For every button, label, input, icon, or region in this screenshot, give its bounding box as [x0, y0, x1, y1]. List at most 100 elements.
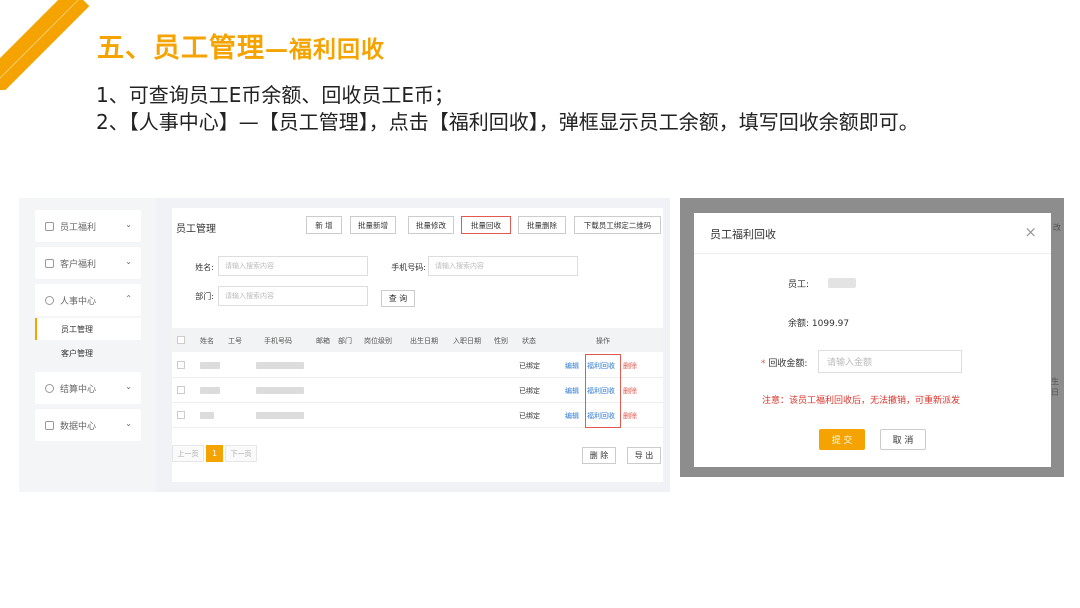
- delete-button[interactable]: 删 除: [582, 447, 616, 464]
- sidebar-item-label: 客户福利: [60, 259, 97, 270]
- batch-delete-button[interactable]: 批量删除: [518, 216, 566, 234]
- batch-recycle-button[interactable]: 批量回收: [461, 216, 511, 234]
- name-search-input[interactable]: 请输入搜索内容: [218, 256, 368, 276]
- user-icon: [45, 295, 54, 305]
- table-header: 姓名 工号 手机号码 邮箱 部门 岗位级别 出生日期 入职日期 性别 状态 操作: [172, 328, 663, 352]
- recycle-highlight-box: [585, 354, 621, 428]
- sidebar-subitem-customer-management[interactable]: 客户管理: [35, 342, 141, 364]
- bullet-1: 1、可查询员工E币余额、回收员工E币；: [96, 83, 454, 107]
- select-all-checkbox[interactable]: [177, 336, 185, 344]
- welfare-recycle-dialog: 员工福利回收 × 员工: 余额: 1099.97 * 回收金额: 请输入金额 注…: [694, 213, 1051, 467]
- balance-label: 余额:: [788, 319, 810, 329]
- sidebar-item-employee-welfare[interactable]: 员工福利 ⌄: [35, 210, 141, 242]
- phone-search-input[interactable]: 请输入搜索内容: [428, 256, 578, 276]
- chevron-down-icon: ⌄: [125, 220, 132, 229]
- dept-label: 部门:: [195, 292, 214, 301]
- blurred-name: [200, 387, 220, 394]
- sidebar-item-data-center[interactable]: 数据中心 ⌄: [35, 409, 141, 441]
- blurred-phone: [256, 412, 304, 419]
- balance-field: 余额: 1099.97: [788, 316, 849, 329]
- delete-link[interactable]: 删除: [623, 411, 637, 421]
- phone-label: 手机号码:: [391, 263, 426, 272]
- slide-title-sub: —福利回收: [265, 37, 385, 63]
- sidebar-item-hr-center[interactable]: 人事中心 ⌃: [35, 284, 141, 316]
- recycle-amount-input[interactable]: 请输入金额: [818, 350, 962, 373]
- query-button[interactable]: 查 询: [381, 290, 415, 307]
- welfare-recycle-modal-screenshot: 改 生日 员工福利回收 × 员工: 余额: 1099.97 * 回收金额: 请输…: [680, 198, 1064, 477]
- sidebar-item-label: 员工福利: [60, 222, 97, 233]
- sidebar-item-customer-welfare[interactable]: 客户福利 ⌄: [35, 247, 141, 279]
- row-checkbox[interactable]: [177, 386, 185, 394]
- balance-value: 1099.97: [811, 319, 850, 329]
- submit-button[interactable]: 提 交: [819, 429, 865, 450]
- delete-link[interactable]: 删除: [623, 386, 637, 396]
- col-gender: 性别: [494, 337, 508, 345]
- edit-link[interactable]: 编辑: [565, 411, 579, 421]
- dialog-divider: [694, 253, 1051, 254]
- gift-icon: [45, 258, 54, 268]
- warning-text: 注意：该员工福利回收后，无法撤销，可重新派发: [762, 396, 961, 406]
- dialog-title: 员工福利回收: [710, 228, 776, 241]
- employee-management-screenshot: 员工福利 ⌄ 客户福利 ⌄ 人事中心 ⌃ 员工管理 客户管理 结算中心 ⌄ 数据…: [19, 198, 670, 492]
- chevron-down-icon: ⌄: [125, 257, 132, 266]
- sidebar-subitem-employee-management[interactable]: 员工管理: [35, 318, 141, 340]
- sidebar-item-label: 人事中心: [60, 296, 97, 307]
- col-level: 岗位级别: [364, 337, 392, 345]
- export-button[interactable]: 导 出: [627, 447, 661, 464]
- delete-link[interactable]: 删除: [623, 361, 637, 371]
- status-text: 已绑定: [519, 412, 540, 420]
- chevron-down-icon: ⌄: [125, 419, 132, 428]
- corner-decoration: [0, 0, 90, 90]
- sidebar-item-label: 数据中心: [60, 421, 97, 432]
- amount-label: 回收金额:: [768, 359, 808, 369]
- dept-search-input[interactable]: 请输入搜索内容: [218, 286, 368, 306]
- employee-label: 员工:: [788, 280, 810, 290]
- slide-title: 五、员工管理—福利回收: [97, 26, 385, 65]
- col-email: 邮箱: [316, 337, 330, 345]
- required-marker: *: [761, 359, 766, 369]
- pager-prev-button[interactable]: 上一页: [172, 445, 204, 462]
- blurred-name: [200, 362, 220, 369]
- add-button[interactable]: 新 增: [306, 216, 342, 234]
- col-phone: 手机号码: [264, 337, 292, 345]
- blurred-phone: [256, 362, 304, 369]
- close-icon[interactable]: ×: [1024, 223, 1037, 241]
- col-birth-date: 出生日期: [410, 337, 438, 345]
- col-join-date: 入职日期: [453, 337, 481, 345]
- col-dept: 部门: [338, 337, 352, 345]
- chevron-down-icon: ⌄: [125, 382, 132, 391]
- edit-link[interactable]: 编辑: [565, 386, 579, 396]
- slide-title-main: 五、员工管理: [97, 33, 265, 64]
- blurred-name: [200, 412, 214, 419]
- row-checkbox[interactable]: [177, 361, 185, 369]
- sidebar: 员工福利 ⌄ 客户福利 ⌄ 人事中心 ⌃ 员工管理 客户管理 结算中心 ⌄ 数据…: [19, 198, 156, 492]
- col-name: 姓名: [200, 337, 214, 345]
- coin-icon: [45, 383, 54, 393]
- col-status: 状态: [522, 337, 536, 345]
- amount-field-label: * 回收金额:: [761, 356, 807, 369]
- status-text: 已绑定: [519, 362, 540, 370]
- chart-icon: [45, 420, 54, 430]
- gift-icon: [45, 221, 54, 231]
- status-text: 已绑定: [519, 387, 540, 395]
- cancel-button[interactable]: 取 消: [880, 429, 926, 450]
- download-qrcode-button[interactable]: 下载员工绑定二维码: [574, 216, 661, 234]
- slide-bullets: 1、可查询员工E币余额、回收员工E币； 2、【人事中心】—【员工管理】，点击【福…: [96, 82, 919, 136]
- row-checkbox[interactable]: [177, 411, 185, 419]
- col-employee-id: 工号: [228, 337, 242, 345]
- background-text: 改: [1053, 223, 1061, 232]
- page-title: 员工管理: [176, 224, 216, 235]
- main-content: 员工管理 新 增 批量新增 批量修改 批量回收 批量删除 下载员工绑定二维码 姓…: [172, 208, 663, 482]
- name-label: 姓名:: [195, 263, 214, 272]
- chevron-up-icon: ⌃: [125, 294, 132, 303]
- batch-edit-button[interactable]: 批量修改: [408, 216, 454, 234]
- sidebar-item-label: 结算中心: [60, 384, 97, 395]
- pager-current-page[interactable]: 1: [206, 445, 223, 462]
- pager-next-button[interactable]: 下一页: [225, 445, 257, 462]
- edit-link[interactable]: 编辑: [565, 361, 579, 371]
- sidebar-item-settlement-center[interactable]: 结算中心 ⌄: [35, 372, 141, 404]
- blurred-employee-name: [828, 278, 856, 288]
- batch-add-button[interactable]: 批量新增: [350, 216, 396, 234]
- blurred-phone: [256, 387, 304, 394]
- col-actions: 操作: [596, 337, 610, 345]
